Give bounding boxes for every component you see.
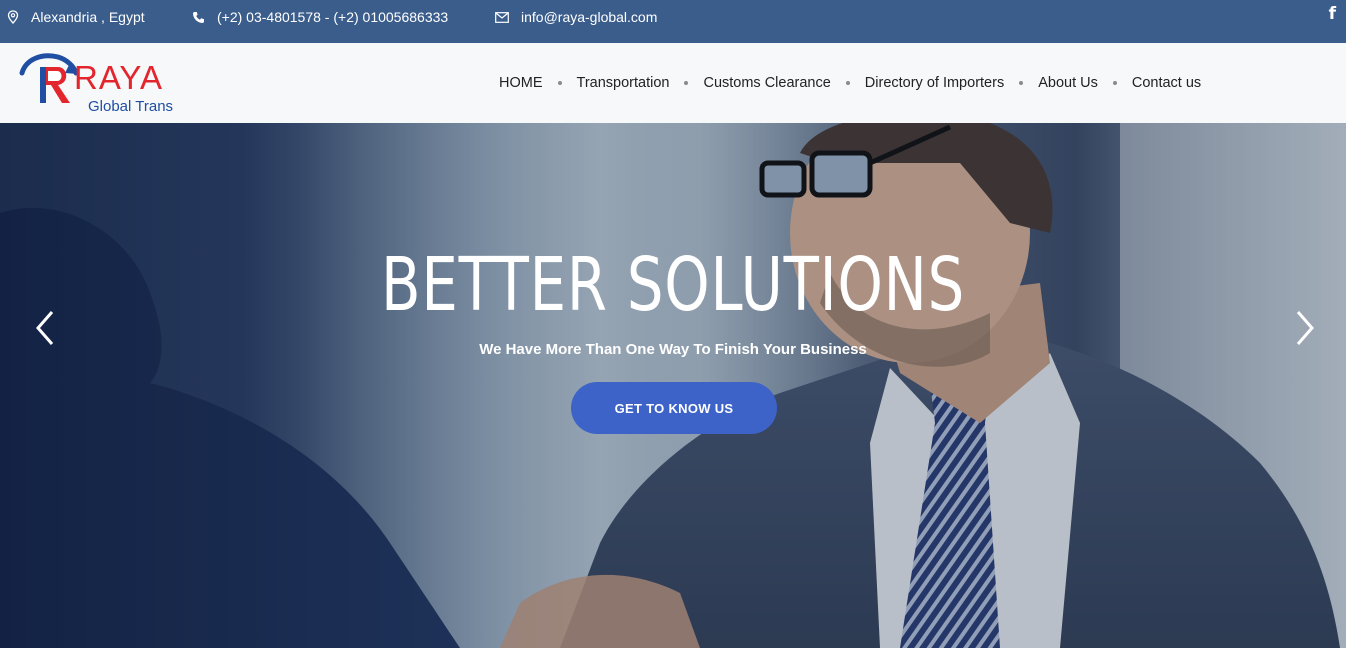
nav-directory-of-importers[interactable]: Directory of Importers [865, 75, 1004, 91]
chevron-left-icon [36, 311, 54, 345]
map-pin-icon [7, 10, 19, 24]
nav-contact-us[interactable]: Contact us [1132, 75, 1201, 91]
chevron-right-icon [1296, 311, 1314, 345]
email-text[interactable]: info@raya-global.com [521, 9, 657, 25]
phone-info: (+2) 03-4801578 - (+2) 01005686333 [192, 0, 448, 34]
nav-about-us[interactable]: About Us [1038, 75, 1098, 91]
nav-transportation[interactable]: Transportation [577, 75, 670, 91]
nav-separator [845, 81, 850, 85]
envelope-icon [495, 11, 509, 23]
hero-title: BETTER SOLUTIONS [380, 242, 966, 328]
site-header: RAYA Global Trans HOME Transportation Cu… [0, 43, 1346, 123]
phone-icon [193, 11, 204, 23]
top-contact-bar: Alexandria , Egypt (+2) 03-4801578 - (+2… [0, 0, 1346, 43]
get-to-know-us-button[interactable]: GET TO KNOW US [571, 382, 777, 434]
email-info: info@raya-global.com [495, 0, 657, 34]
slider-next-button[interactable] [1290, 308, 1320, 348]
hero-slider: BETTER SOLUTIONS We Have More Than One W… [0, 123, 1346, 648]
location-text: Alexandria , Egypt [31, 9, 145, 25]
main-nav: HOME Transportation Customs Clearance Di… [499, 43, 1201, 123]
phone-text[interactable]: (+2) 03-4801578 - (+2) 01005686333 [217, 9, 448, 25]
logo-tagline: Global Trans [88, 98, 173, 115]
site-logo[interactable]: RAYA Global Trans [18, 49, 183, 115]
nav-separator [1019, 81, 1024, 85]
facebook-icon[interactable]: f [1329, 4, 1336, 24]
nav-customs-clearance[interactable]: Customs Clearance [703, 75, 830, 91]
slider-prev-button[interactable] [30, 308, 60, 348]
hero-subtitle: We Have More Than One Way To Finish Your… [479, 341, 867, 358]
nav-separator [684, 81, 689, 85]
nav-separator [557, 81, 562, 85]
nav-separator [1112, 81, 1117, 85]
nav-home[interactable]: HOME [499, 75, 543, 91]
location-info: Alexandria , Egypt [7, 0, 145, 34]
logo-name: RAYA [74, 59, 163, 96]
